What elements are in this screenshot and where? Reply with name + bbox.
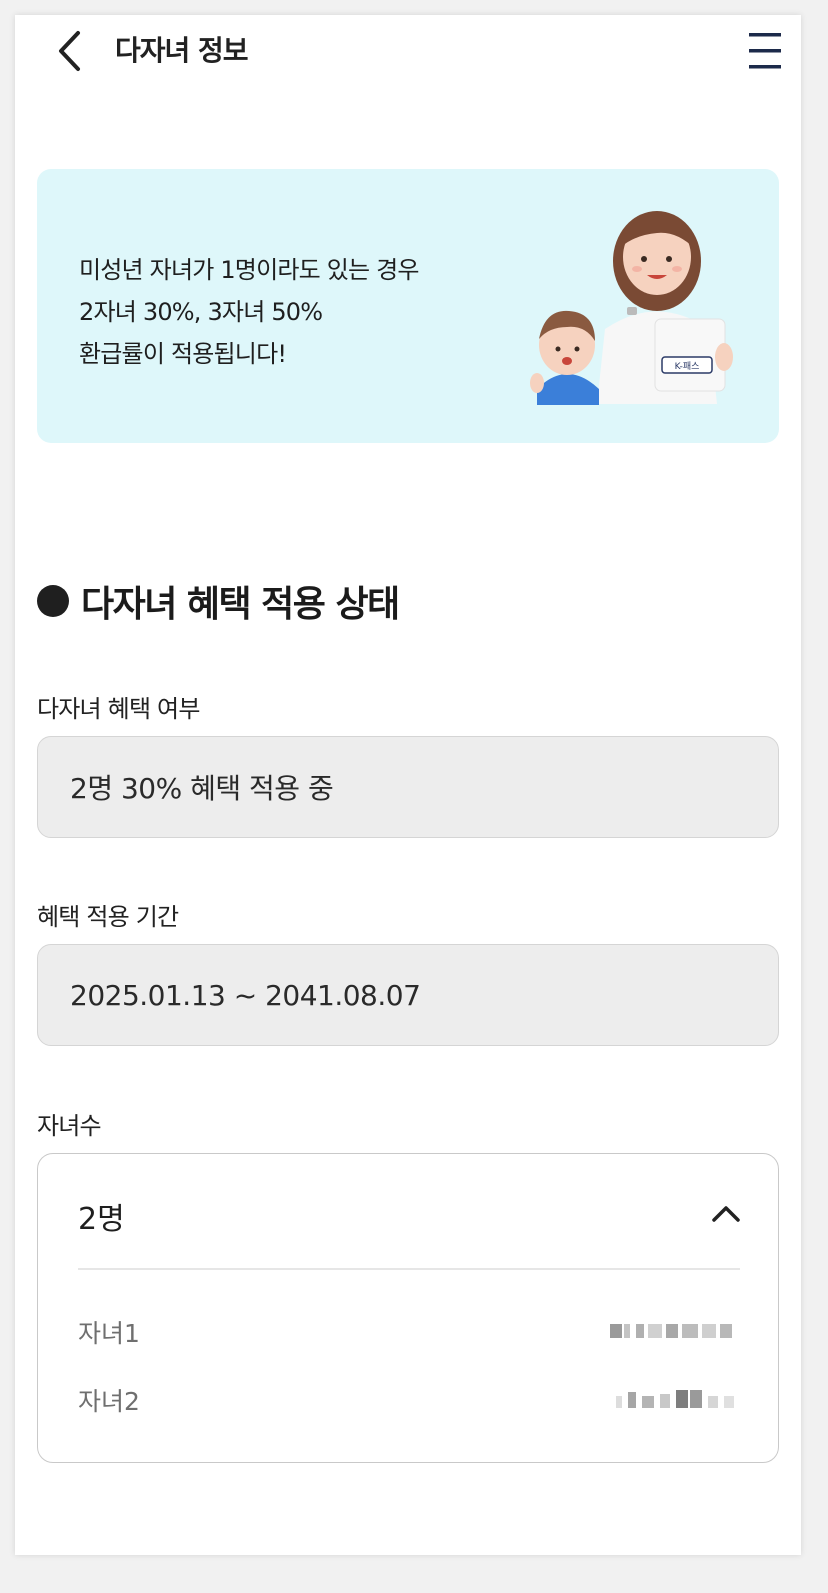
banner-line-1: 미성년 자녀가 1명이라도 있는 경우 (79, 256, 420, 284)
children-count: 2명 (78, 1202, 125, 1237)
benefit-label: 다자녀 혜택 여부 (37, 695, 200, 723)
period-field: 2025.01.13 ~ 2041.08.07 (37, 944, 779, 1046)
child-row-2: 자녀2 (78, 1382, 740, 1422)
info-banner: 미성년 자녀가 1명이라도 있는 경우 2자녀 30%, 3자녀 50% 환급률… (37, 169, 779, 443)
section-title: 다자녀 혜택 적용 상태 (37, 575, 400, 627)
page-title: 다자녀 정보 (115, 34, 249, 67)
hamburger-menu-icon (749, 33, 781, 69)
menu-button[interactable] (745, 29, 785, 73)
kpass-card-label: K-패스 (675, 361, 700, 372)
child-row-1: 자녀1 (78, 1314, 740, 1354)
banner-line-2: 2자녀 30%, 3자녀 50% (79, 298, 323, 326)
child-2-redacted-value (616, 1390, 734, 1408)
section-title-text: 다자녀 혜택 적용 상태 (81, 584, 400, 625)
benefit-value: 2명 30% 혜택 적용 중 (70, 772, 334, 805)
child-2-label: 자녀2 (78, 1387, 140, 1416)
child-1-label: 자녀1 (78, 1319, 140, 1348)
period-label: 혜택 적용 기간 (37, 903, 179, 931)
top-bar: 다자녀 정보 (15, 15, 801, 87)
children-label: 자녀수 (37, 1112, 102, 1140)
child-1-redacted-value (610, 1324, 732, 1338)
children-dropdown: 2명 자녀1 자녀2 (37, 1153, 779, 1463)
chevron-left-icon (59, 31, 80, 71)
benefit-field: 2명 30% 혜택 적용 중 (37, 736, 779, 838)
mother-child-illustration: K-패스 (530, 211, 733, 405)
banner-text: 미성년 자녀가 1명이라도 있는 경우 2자녀 30%, 3자녀 50% 환급률… (79, 249, 519, 375)
app-screen: 다자녀 정보 미성년 자녀가 1명이라도 있는 경우 2자녀 30%, 3자녀 … (15, 15, 801, 1555)
children-toggle[interactable]: 2명 (38, 1154, 780, 1270)
banner-line-3: 환급률이 적용됩니다! (79, 340, 287, 368)
bullet-dot-icon (37, 585, 69, 617)
chevron-up-icon (712, 1206, 740, 1222)
period-value: 2025.01.13 ~ 2041.08.07 (70, 978, 421, 1012)
divider (78, 1268, 740, 1270)
back-button[interactable] (49, 27, 89, 75)
